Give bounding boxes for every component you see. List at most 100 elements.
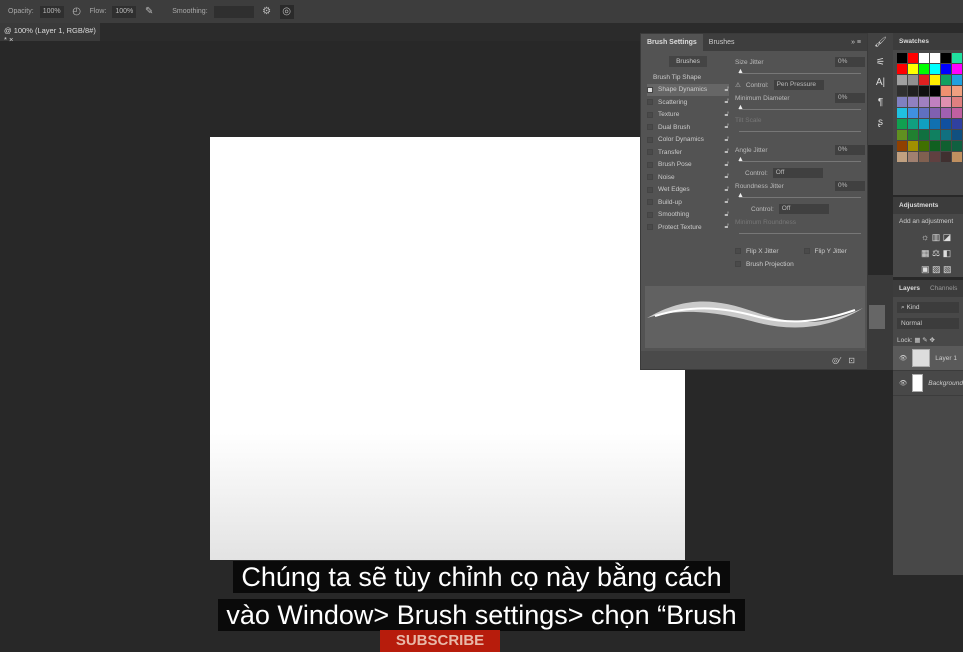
option-checkbox[interactable] <box>647 86 653 93</box>
swatch[interactable] <box>908 75 918 85</box>
blend-mode-dropdown[interactable]: Normal <box>897 318 959 329</box>
swatch[interactable] <box>919 86 929 96</box>
swatch[interactable] <box>930 152 940 162</box>
kind-filter[interactable]: ⌕ Kind <box>897 302 959 313</box>
brush-tip-shape[interactable]: Brush Tip Shape <box>647 71 729 84</box>
angle-jitter-value[interactable]: 0% <box>835 145 865 155</box>
brush-option-item[interactable]: Build-up 🔓︎ <box>647 196 729 209</box>
swatch[interactable] <box>919 53 929 63</box>
min-diameter-slider[interactable]: ▲ <box>735 104 865 114</box>
swatch[interactable] <box>897 86 907 96</box>
flip-x-checkbox[interactable] <box>735 248 741 254</box>
lock-icon[interactable]: 🔓︎ <box>724 161 729 169</box>
swatch[interactable] <box>952 97 962 107</box>
document-tab[interactable]: @ 100% (Layer 1, RGB/8#) * × <box>0 23 100 44</box>
brush-option-item[interactable]: Protect Texture 🔓︎ <box>647 221 729 234</box>
layer-row[interactable]: 👁 Layer 1 <box>893 346 963 371</box>
swatch[interactable] <box>908 53 918 63</box>
lock-icon[interactable]: 🔓︎ <box>724 98 729 106</box>
swatch[interactable] <box>941 53 951 63</box>
lock-icon[interactable]: 🔓︎ <box>724 186 729 194</box>
lock-icon[interactable]: 🔓︎ <box>724 86 729 94</box>
swatch[interactable] <box>919 75 929 85</box>
swatch[interactable] <box>952 141 962 151</box>
swatch[interactable] <box>952 86 962 96</box>
swatch[interactable] <box>908 86 918 96</box>
swatch[interactable] <box>930 130 940 140</box>
swatch[interactable] <box>941 97 951 107</box>
character-icon[interactable]: A| <box>868 73 893 93</box>
swatch[interactable] <box>952 108 962 118</box>
swatch[interactable] <box>908 130 918 140</box>
swatch[interactable] <box>930 86 940 96</box>
option-checkbox[interactable] <box>647 211 653 218</box>
lock-icon[interactable]: 🔓︎ <box>724 173 729 181</box>
swatch[interactable] <box>908 108 918 118</box>
swatch[interactable] <box>941 86 951 96</box>
swatch[interactable] <box>941 152 951 162</box>
swatch[interactable] <box>919 64 929 74</box>
panel-menu-icon[interactable]: » ≡ <box>845 39 867 46</box>
toggle-live-tip-icon[interactable]: ◎⁄ <box>832 356 840 365</box>
control-dropdown-2[interactable]: Off <box>772 168 823 178</box>
brush-option-item[interactable]: Brush Pose 🔓︎ <box>647 159 729 172</box>
size-jitter-slider[interactable]: ▲ <box>735 68 865 78</box>
swatch[interactable] <box>897 108 907 118</box>
swatch[interactable] <box>941 75 951 85</box>
opacity-field[interactable]: 100% <box>39 5 64 18</box>
swatch[interactable] <box>919 152 929 162</box>
option-checkbox[interactable] <box>647 161 653 168</box>
pressure-size-icon[interactable]: ◎ <box>279 4 294 19</box>
roundness-jitter-slider[interactable]: ▲ <box>735 192 865 202</box>
min-diameter-value[interactable]: 0% <box>835 93 865 103</box>
control-dropdown-3[interactable]: Off <box>778 204 829 214</box>
option-checkbox[interactable] <box>647 174 653 181</box>
path-icon[interactable]: ʂ <box>868 113 893 133</box>
swatch[interactable] <box>908 152 918 162</box>
tab-channels[interactable]: Channels <box>930 285 957 292</box>
swatch[interactable] <box>919 130 929 140</box>
pressure-opacity-icon[interactable]: ◴ <box>70 5 84 19</box>
lock-icon[interactable]: 🔓︎ <box>724 223 729 231</box>
swatch[interactable] <box>941 108 951 118</box>
swatch[interactable] <box>930 108 940 118</box>
swatch[interactable] <box>897 141 907 151</box>
swatch[interactable] <box>952 53 962 63</box>
brush-option-item[interactable]: Transfer 🔓︎ <box>647 146 729 159</box>
flow-field[interactable]: 100% <box>112 5 137 18</box>
roundness-jitter-value[interactable]: 0% <box>835 181 865 191</box>
brush-option-item[interactable]: Wet Edges 🔓︎ <box>647 184 729 197</box>
option-checkbox[interactable] <box>647 149 653 156</box>
swatch[interactable] <box>897 75 907 85</box>
brush-option-item[interactable]: Color Dynamics 🔓︎ <box>647 134 729 147</box>
swatch[interactable] <box>908 97 918 107</box>
swatch[interactable] <box>952 130 962 140</box>
swatch[interactable] <box>952 75 962 85</box>
option-checkbox[interactable] <box>647 186 653 193</box>
canvas[interactable] <box>210 137 685 560</box>
swatch[interactable] <box>908 119 918 129</box>
brush-projection-checkbox[interactable] <box>735 261 741 268</box>
swatch[interactable] <box>952 152 962 162</box>
swatch[interactable] <box>908 64 918 74</box>
layer-row[interactable]: 👁 Background <box>893 371 963 396</box>
close-icon[interactable]: × <box>9 35 13 44</box>
flip-y-checkbox[interactable] <box>803 248 810 254</box>
adjust-icon[interactable]: ⚟ <box>868 53 893 73</box>
tab-brush-settings[interactable]: Brush Settings <box>641 34 703 51</box>
option-checkbox[interactable] <box>647 111 653 118</box>
swatch[interactable] <box>941 141 951 151</box>
lock-icon[interactable]: 🔓︎ <box>724 198 729 206</box>
brush-option-item[interactable]: Scattering 🔓︎ <box>647 96 729 109</box>
brush-option-item[interactable]: Dual Brush 🔓︎ <box>647 121 729 134</box>
swatch[interactable] <box>930 53 940 63</box>
brush-icon[interactable]: 🖌 <box>868 33 893 53</box>
option-checkbox[interactable] <box>647 224 653 231</box>
option-checkbox[interactable] <box>647 99 653 106</box>
swatch[interactable] <box>952 64 962 74</box>
adjustment-icons[interactable]: ☼ ▥ ◪ ▦ ⚖ ◧ ▣ ▨ ▧ <box>893 229 963 277</box>
swatch[interactable] <box>908 141 918 151</box>
swatch[interactable] <box>897 53 907 63</box>
swatch[interactable] <box>930 119 940 129</box>
swatch[interactable] <box>941 119 951 129</box>
